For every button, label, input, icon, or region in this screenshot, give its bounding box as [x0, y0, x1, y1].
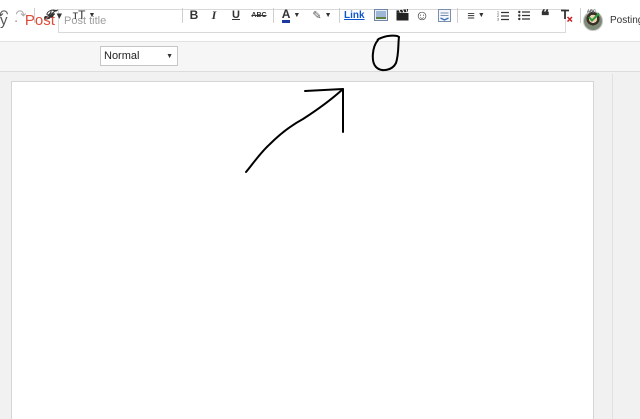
- font-size-icon: ᴛT: [72, 8, 86, 22]
- formatting-toolbar: [0, 41, 640, 72]
- chevron-down-icon: ▼: [477, 11, 485, 19]
- link-button[interactable]: Link: [344, 5, 368, 25]
- underline-button[interactable]: U: [229, 5, 243, 25]
- toolbar-divider: [34, 8, 35, 23]
- quote-icon[interactable]: ❝: [537, 5, 553, 25]
- strikethrough-button[interactable]: ABC: [249, 5, 269, 25]
- toolbar-divider: [182, 8, 183, 23]
- font-family-button[interactable]: 𝓕 ▼: [40, 5, 66, 25]
- toolbar-divider: [339, 8, 340, 23]
- chevron-down-icon: ▼: [166, 52, 173, 60]
- paragraph-format-select[interactable]: Normal ▼: [100, 46, 178, 66]
- undo-icon[interactable]: ↶: [0, 5, 10, 25]
- font-size-button[interactable]: ᴛT ▼: [71, 5, 97, 25]
- posting-status: Posting: [610, 15, 640, 26]
- jump-break-icon: [437, 8, 451, 22]
- chevron-down-icon: ▼: [293, 11, 301, 19]
- sidebar-divider: [612, 74, 613, 419]
- redo-icon[interactable]: ↷: [14, 5, 28, 25]
- spellcheck-button[interactable]: ABC: [585, 5, 601, 25]
- bold-button[interactable]: B: [187, 5, 201, 25]
- clear-formatting-button[interactable]: [558, 5, 574, 25]
- toolbar-divider: [273, 8, 274, 23]
- toolbar-divider: [580, 8, 581, 23]
- image-icon: [374, 9, 388, 21]
- bulleted-list-button[interactable]: [516, 5, 532, 25]
- bulleted-list-icon: [518, 10, 530, 20]
- highlight-color-button[interactable]: ✎ ▼: [309, 5, 335, 25]
- svg-text:3: 3: [497, 17, 499, 21]
- insert-image-button[interactable]: [372, 5, 390, 25]
- chevron-down-icon: ▼: [88, 11, 96, 19]
- spellcheck-icon: ABC: [587, 9, 600, 22]
- font-family-icon: 𝓕: [44, 7, 54, 23]
- chevron-down-icon: ▼: [324, 11, 332, 19]
- post-body-editor[interactable]: [11, 81, 594, 419]
- paragraph-format-value: Normal: [104, 50, 140, 62]
- emoji-icon[interactable]: ☺: [414, 5, 430, 25]
- chevron-down-icon: ▼: [56, 10, 62, 20]
- video-icon: [396, 9, 408, 21]
- clear-formatting-icon: [560, 9, 573, 22]
- alignment-button[interactable]: ≡ ▼: [463, 5, 489, 25]
- jump-break-button[interactable]: [436, 5, 452, 25]
- svg-text:ABC: ABC: [587, 9, 596, 14]
- italic-button[interactable]: I: [207, 5, 221, 25]
- highlighter-icon: ✎: [312, 9, 322, 22]
- numbered-list-icon: 1 2 3: [497, 10, 509, 21]
- align-left-icon: ≡: [467, 7, 475, 23]
- text-color-button[interactable]: A ▼: [278, 5, 304, 25]
- toolbar-divider: [457, 8, 458, 23]
- text-color-icon: A: [281, 6, 291, 23]
- insert-video-button[interactable]: [394, 5, 410, 25]
- numbered-list-button[interactable]: 1 2 3: [495, 5, 511, 25]
